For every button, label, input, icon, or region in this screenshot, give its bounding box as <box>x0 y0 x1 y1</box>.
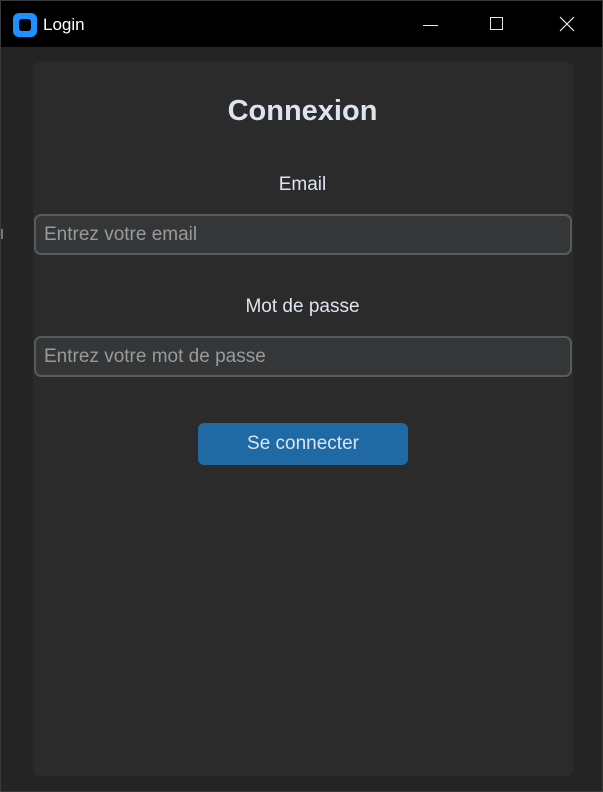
login-button[interactable]: Se connecter <box>198 423 408 465</box>
login-window: Login Connexion Email Mot de passe Se co… <box>0 0 603 792</box>
close-button[interactable] <box>533 1 603 47</box>
window-edge-marker <box>1 229 3 239</box>
minimize-icon <box>423 25 438 26</box>
window-title: Login <box>43 15 85 34</box>
close-icon <box>559 16 575 32</box>
maximize-button[interactable] <box>462 1 532 47</box>
title-bar[interactable]: Login <box>1 1 602 47</box>
password-label: Mot de passe <box>245 296 360 317</box>
maximize-icon <box>490 17 503 30</box>
password-field[interactable] <box>34 336 572 377</box>
login-panel <box>33 62 573 776</box>
email-label: Email <box>278 174 327 195</box>
email-field[interactable] <box>34 214 572 255</box>
app-icon <box>13 13 37 37</box>
minimize-button[interactable] <box>395 1 465 47</box>
page-title: Connexion <box>227 95 378 127</box>
